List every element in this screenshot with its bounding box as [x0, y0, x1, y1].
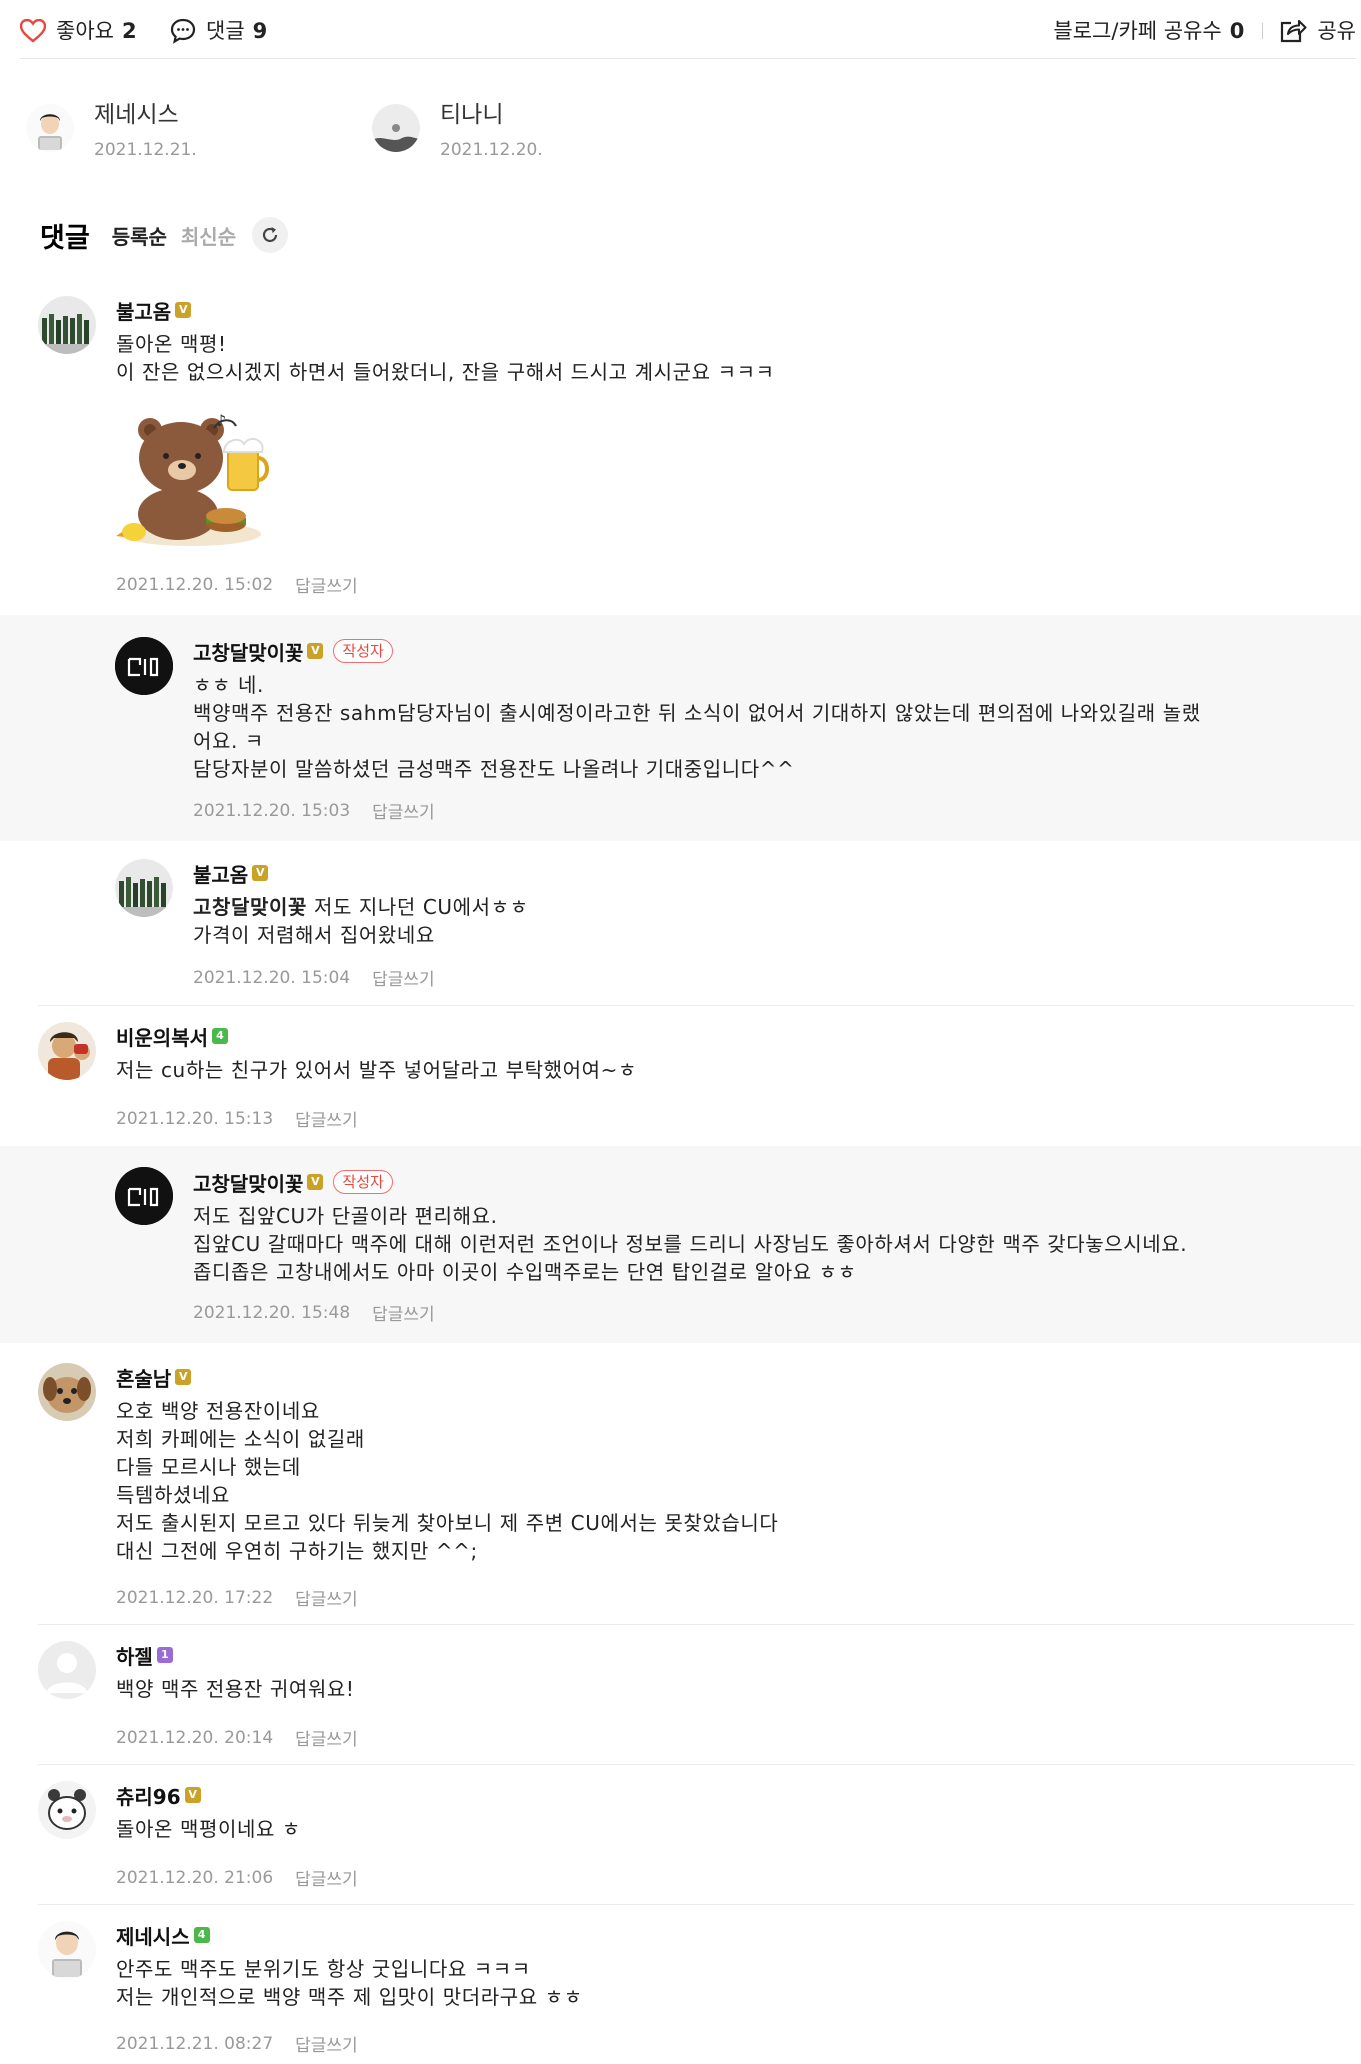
comment-nickname[interactable]: 고창달맞이꽃 — [193, 637, 303, 666]
liker-date: 2021.12.21. — [94, 140, 197, 160]
divider — [1262, 23, 1264, 39]
svg-text:♪: ♪ — [216, 411, 226, 430]
avatar[interactable] — [38, 1921, 96, 1979]
liker-name: 제네시스 — [94, 102, 179, 128]
like-label: 좋아요 — [56, 19, 114, 43]
speech-bubble-icon — [170, 18, 196, 44]
reply-comment-item: 고창달맞이꽃 V 작성자 ㅎㅎ 네. 백양맥주 전용잔 sahm담당자님이 출시… — [0, 615, 1361, 841]
level-badge: V — [175, 302, 192, 318]
avatar[interactable] — [38, 1022, 96, 1080]
author-badge: 작성자 — [333, 1170, 393, 1194]
comment-nickname[interactable]: 하젤 — [116, 1641, 153, 1670]
comment-item: 혼술남 V 오호 백양 전용잔이네요 저희 카페에는 소식이 없길래 다들 모르… — [0, 1343, 1361, 1625]
comment-date: 2021.12.20. 17:22 — [116, 1587, 274, 1608]
reply-button[interactable]: 답글쓰기 — [295, 1585, 358, 1610]
comment-nickname[interactable]: 츄리96 — [116, 1781, 181, 1810]
comment-text: 안주도 맥주도 분위기도 항상 굿입니다요 ㅋㅋㅋ 저는 개인적으로 백양 맥주… — [116, 1957, 583, 2009]
avatar[interactable] — [115, 1167, 173, 1225]
comment-count-button[interactable]: 댓글 9 — [170, 16, 267, 46]
reply-button[interactable]: 답글쓰기 — [295, 572, 358, 597]
liker-item[interactable]: 티나니 2021.12.20. — [372, 100, 543, 160]
comment-item: 비운의복서 4 저는 cu하는 친구가 있어서 발주 넣어달라고 부탁했어여~ㅎ… — [0, 1006, 1361, 1146]
liker-name: 티나니 — [440, 102, 504, 128]
share-icon — [1281, 19, 1307, 43]
comment-label: 댓글 — [206, 19, 245, 43]
reply-button[interactable]: 답글쓰기 — [372, 1300, 435, 1325]
action-bar: 좋아요 2 댓글 9 블로그/카페 공유수 0 공유 — [20, 8, 1356, 59]
level-badge: 4 — [193, 1927, 210, 1943]
comments-title: 댓글 — [40, 222, 90, 254]
avatar[interactable] — [38, 296, 96, 354]
comment-date: 2021.12.20. 15:13 — [116, 1108, 274, 1129]
sort-register-tab[interactable]: 등록순 — [112, 221, 167, 250]
comment-text: 저도 집앞CU가 단골이라 편리해요. 집앞CU 갈때마다 맥주에 대해 이런저… — [193, 1204, 1188, 1284]
comment-nickname[interactable]: 고창달맞이꽃 — [193, 1168, 303, 1197]
reply-button[interactable]: 답글쓰기 — [295, 1725, 358, 1750]
sort-latest-tab[interactable]: 최신순 — [181, 221, 236, 250]
mention-tag[interactable]: 고창달맞이꽃 — [193, 895, 307, 919]
comment-text: 저는 cu하는 친구가 있어서 발주 넣어달라고 부탁했어여~ㅎ — [116, 1058, 637, 1082]
comment-text: 오호 백양 전용잔이네요 저희 카페에는 소식이 없길래 다들 모르시나 했는데… — [116, 1399, 779, 1563]
reply-button[interactable]: 답글쓰기 — [295, 1106, 358, 1131]
avatar[interactable] — [115, 637, 173, 695]
avatar[interactable] — [38, 1781, 96, 1839]
level-badge: 1 — [156, 1647, 173, 1663]
avatar[interactable] — [115, 859, 173, 917]
heart-icon — [20, 19, 46, 43]
beer-bear-sticker: ♪ — [116, 406, 291, 551]
avatar — [372, 104, 420, 152]
reply-comment-item: 고창달맞이꽃 V 작성자 저도 집앞CU가 단골이라 편리해요. 집앞CU 갈때… — [0, 1146, 1361, 1343]
level-badge: V — [252, 865, 269, 881]
comment-item: 하젤 1 백양 맥주 전용잔 귀여워요! 2021.12.20. 20:14 답… — [0, 1625, 1361, 1765]
comment-date: 2021.12.20. 21:06 — [116, 1867, 274, 1888]
comment-text: 백양 맥주 전용잔 귀여워요! — [116, 1677, 355, 1701]
avatar[interactable] — [38, 1641, 96, 1699]
comment-text: 돌아온 맥평이네요 ㅎ — [116, 1817, 301, 1841]
comment-nickname[interactable]: 불고옴 — [193, 859, 248, 888]
like-count: 2 — [121, 19, 137, 43]
reply-button[interactable]: 답글쓰기 — [295, 1865, 358, 1890]
share-area: 블로그/카페 공유수 0 공유 — [1053, 16, 1356, 46]
like-button[interactable]: 좋아요 2 — [20, 16, 137, 46]
reply-comment-item: 불고옴 V 고창달맞이꽃 저도 지나던 CU에서ㅎㅎ 가격이 저렴해서 집어왔네… — [0, 841, 1361, 1006]
share-count: 0 — [1229, 19, 1245, 43]
comment-date: 2021.12.20. 15:04 — [193, 967, 351, 988]
level-badge: V — [307, 1174, 324, 1190]
level-badge: V — [184, 1787, 201, 1803]
comment-text: 고창달맞이꽃 저도 지나던 CU에서ㅎㅎ 가격이 저렴해서 집어왔네요 — [193, 893, 529, 949]
comment-text: ㅎㅎ 네. 백양맥주 전용잔 sahm담당자님이 출시예정이라고한 뒤 소식이 … — [193, 673, 1201, 781]
refresh-button[interactable] — [252, 217, 289, 253]
reply-button[interactable]: 답글쓰기 — [295, 2031, 358, 2056]
liker-date: 2021.12.20. — [440, 140, 543, 160]
author-badge: 작성자 — [333, 639, 393, 663]
reply-button[interactable]: 답글쓰기 — [372, 965, 435, 990]
comment-nickname[interactable]: 혼술남 — [116, 1363, 171, 1392]
level-badge: V — [307, 643, 324, 659]
comment-date: 2021.12.20. 15:02 — [116, 574, 274, 595]
comment-count: 9 — [252, 19, 268, 43]
comment-item: 제네시스 4 안주도 맥주도 분위기도 항상 굿입니다요 ㅋㅋㅋ 저는 개인적으… — [0, 1905, 1361, 2064]
comment-date: 2021.12.20. 20:14 — [116, 1727, 274, 1748]
reply-button[interactable]: 답글쓰기 — [372, 798, 435, 823]
share-button[interactable]: 공유 — [1279, 16, 1356, 46]
comment-sort-bar: 댓글 등록순 최신순 — [40, 212, 289, 258]
comment-date: 2021.12.21. 08:27 — [116, 2033, 274, 2054]
comment-date: 2021.12.20. 15:48 — [193, 1302, 351, 1323]
level-badge: 4 — [212, 1028, 228, 1044]
comment-item: 불고옴 V 돌아온 맥평! 이 잔은 없으시겠지 하면서 들어왔더니, 잔을 구… — [0, 290, 1361, 615]
share-count-label: 블로그/카페 공유수 — [1053, 19, 1222, 43]
comment-text: 돌아온 맥평! 이 잔은 없으시겠지 하면서 들어왔더니, 잔을 구해서 드시고… — [116, 332, 775, 384]
comment-nickname[interactable]: 제네시스 — [116, 1921, 190, 1950]
avatar — [26, 104, 74, 152]
refresh-icon — [263, 227, 278, 243]
avatar[interactable] — [38, 1363, 96, 1421]
liker-item[interactable]: 제네시스 2021.12.21. — [26, 100, 197, 160]
comment-page: 좋아요 2 댓글 9 블로그/카페 공유수 0 공유 제네시스 2021.12.21. — [0, 0, 1361, 2064]
comment-nickname[interactable]: 비운의복서 — [116, 1022, 208, 1051]
comment-item: 츄리96 V 돌아온 맥평이네요 ㅎ 2021.12.20. 21:06 답글쓰… — [0, 1765, 1361, 1905]
level-badge: V — [175, 1369, 192, 1385]
share-label: 공유 — [1317, 19, 1356, 43]
comment-nickname[interactable]: 불고옴 — [116, 296, 171, 325]
comment-date: 2021.12.20. 15:03 — [193, 800, 351, 821]
